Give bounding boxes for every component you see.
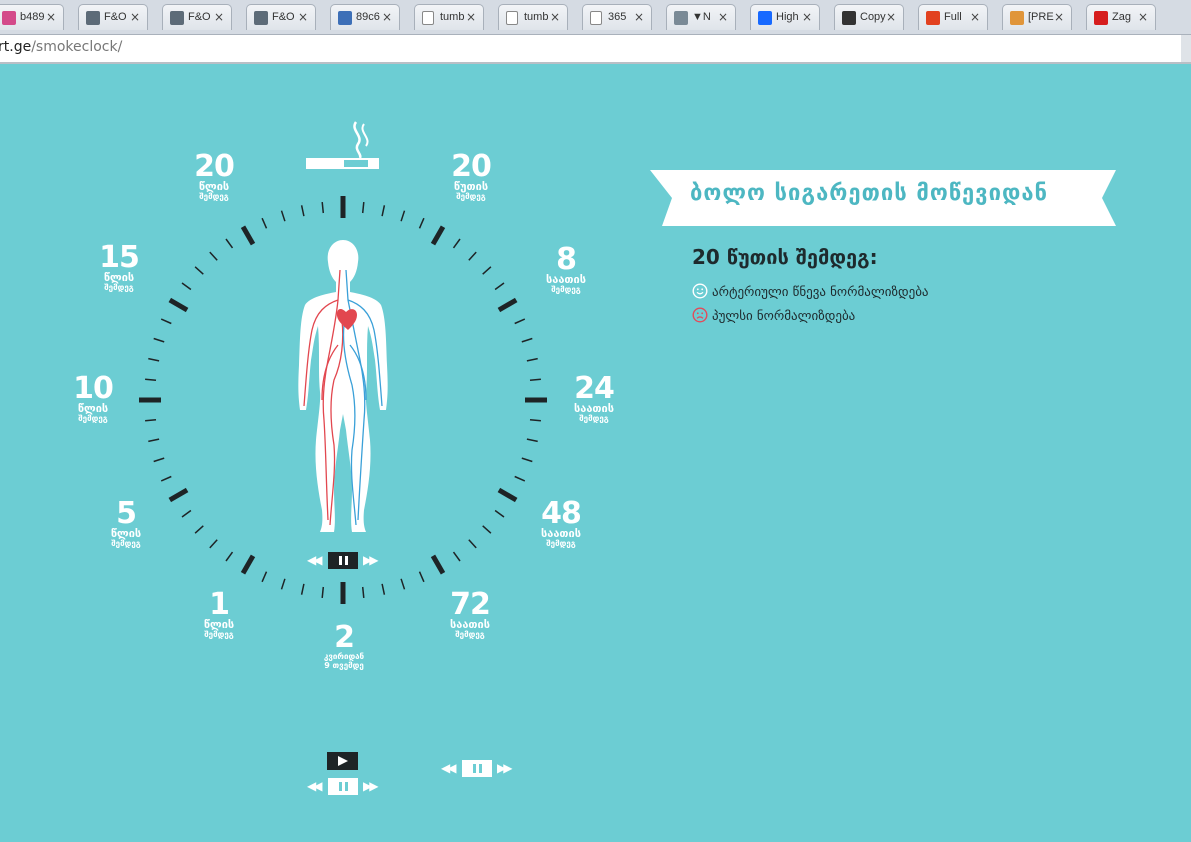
minor-tick bbox=[160, 475, 172, 482]
minor-tick bbox=[300, 583, 305, 595]
minor-tick bbox=[526, 438, 538, 443]
minor-tick bbox=[381, 205, 386, 217]
effect-text-2: პულსი ნორმალიზდება bbox=[712, 309, 856, 324]
major-tick bbox=[430, 554, 446, 575]
minor-tick bbox=[361, 202, 365, 214]
cigarette-icon bbox=[306, 121, 379, 169]
fast-forward-icon[interactable]: ▶▶ bbox=[497, 761, 513, 775]
label-20-min: 20 წუთის შემდეგ bbox=[451, 149, 492, 202]
major-tick bbox=[240, 554, 256, 575]
minor-tick bbox=[153, 457, 165, 463]
label-10-years: 10 წლის შემდეგ bbox=[73, 371, 114, 424]
pause-button[interactable] bbox=[328, 778, 358, 795]
label-1-year: 1 წლის შემდეგ bbox=[203, 587, 235, 640]
minor-tick bbox=[181, 282, 192, 291]
minor-tick bbox=[261, 217, 268, 229]
minor-tick bbox=[418, 217, 425, 229]
smile-icon bbox=[692, 283, 708, 299]
minor-tick bbox=[418, 571, 425, 583]
minor-tick bbox=[514, 475, 526, 482]
label-2-weeks-9-months: 2 კვირიდან 9 თვემდე bbox=[323, 620, 365, 671]
status-title: 20 წუთის შემდეგ: bbox=[692, 245, 878, 269]
label-48-hours: 48 საათის შემდეგ bbox=[541, 496, 582, 549]
label-15-years: 15 წლის შემდეგ bbox=[99, 240, 140, 293]
label-24-hours: 24 საათის შემდეგ bbox=[574, 371, 615, 424]
minor-tick bbox=[526, 357, 538, 362]
fast-forward-icon[interactable]: ▶▶ bbox=[363, 779, 379, 793]
minor-tick bbox=[225, 238, 234, 249]
pause-button[interactable] bbox=[328, 552, 358, 569]
clock-media-controls: ◀◀ ▶▶ bbox=[305, 551, 383, 571]
minor-tick bbox=[145, 378, 157, 382]
minor-tick bbox=[280, 210, 286, 222]
minor-tick bbox=[400, 578, 406, 590]
minor-tick bbox=[468, 539, 477, 549]
effect-text-1: არტერიული წნევა ნორმალიზდება bbox=[712, 285, 929, 300]
minor-tick bbox=[321, 586, 325, 598]
label-20-years: 20 წლის შემდეგ bbox=[194, 149, 235, 202]
bottom-controls-right: ◀◀ ▶▶ bbox=[439, 759, 517, 779]
pause-button[interactable] bbox=[462, 760, 492, 777]
label-5-years: 5 წლის შემდეგ bbox=[110, 496, 142, 549]
minor-tick bbox=[209, 539, 218, 549]
label-8-hours: 8 საათის შემდეგ bbox=[546, 242, 586, 295]
major-tick bbox=[497, 487, 518, 503]
minor-tick bbox=[521, 337, 533, 343]
frown-icon bbox=[692, 307, 708, 323]
minor-tick bbox=[381, 583, 386, 595]
minor-tick bbox=[494, 509, 505, 518]
major-tick bbox=[497, 297, 518, 313]
bottom-controls-left: ◀◀ ▶▶ bbox=[305, 777, 383, 797]
major-tick bbox=[430, 225, 446, 246]
fast-forward-icon[interactable]: ▶▶ bbox=[363, 553, 379, 567]
major-tick bbox=[168, 487, 189, 503]
minor-tick bbox=[482, 266, 492, 275]
banner-title: ბოლო სიგარეთის მოწევიდან bbox=[690, 181, 1049, 206]
minor-tick bbox=[225, 551, 234, 562]
minor-tick bbox=[261, 571, 268, 583]
minor-tick bbox=[529, 418, 541, 422]
minor-tick bbox=[482, 525, 492, 534]
minor-tick bbox=[300, 205, 305, 217]
rewind-icon[interactable]: ◀◀ bbox=[307, 553, 323, 567]
minor-tick bbox=[361, 586, 365, 598]
rewind-icon[interactable]: ◀◀ bbox=[307, 779, 323, 793]
major-tick bbox=[168, 297, 189, 313]
minor-tick bbox=[148, 357, 160, 362]
minor-tick bbox=[321, 202, 325, 214]
play-button[interactable] bbox=[327, 752, 358, 770]
minor-tick bbox=[194, 266, 204, 275]
minor-tick bbox=[452, 551, 461, 562]
minor-tick bbox=[494, 282, 505, 291]
minor-tick bbox=[148, 438, 160, 443]
effect-item-1: არტერიული წნევა ნორმალიზდება bbox=[692, 283, 929, 300]
play-icon bbox=[338, 756, 348, 766]
label-72-hours: 72 საათის შემდეგ bbox=[450, 587, 491, 640]
rewind-icon[interactable]: ◀◀ bbox=[441, 761, 457, 775]
minor-tick bbox=[529, 378, 541, 382]
human-body-figure bbox=[298, 240, 388, 532]
minor-tick bbox=[181, 509, 192, 518]
minor-tick bbox=[521, 457, 533, 463]
minor-tick bbox=[153, 337, 165, 343]
minor-tick bbox=[452, 238, 461, 249]
minor-tick bbox=[145, 418, 157, 422]
effect-item-2: პულსი ნორმალიზდება bbox=[692, 307, 855, 324]
minor-tick bbox=[280, 578, 286, 590]
minor-tick bbox=[514, 318, 526, 325]
major-tick bbox=[240, 225, 256, 246]
minor-tick bbox=[400, 210, 406, 222]
minor-tick bbox=[468, 251, 477, 261]
minor-tick bbox=[194, 525, 204, 534]
minor-tick bbox=[209, 251, 218, 261]
minor-tick bbox=[160, 318, 172, 325]
